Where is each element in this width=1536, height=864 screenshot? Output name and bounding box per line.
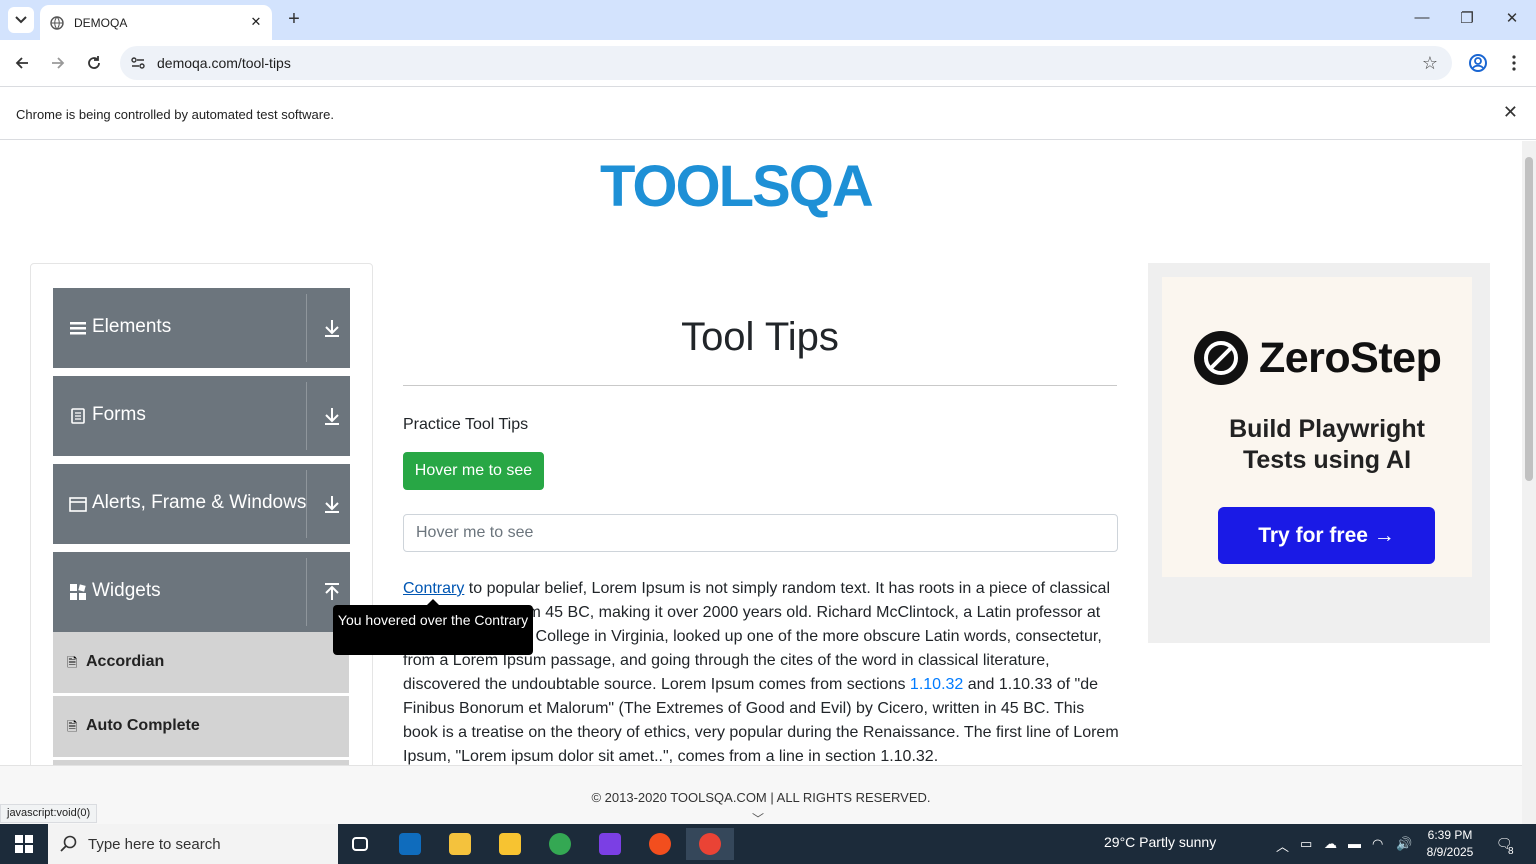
outlook-icon[interactable]: [390, 828, 430, 860]
download-arrow-icon: [325, 320, 339, 337]
reload-icon[interactable]: [82, 51, 106, 75]
sidebar-group-forms[interactable]: Forms: [53, 376, 350, 456]
search-placeholder: Type here to search: [88, 836, 221, 853]
scrollbar[interactable]: [1522, 141, 1536, 824]
sidebar-item-label: Auto Complete: [86, 717, 200, 734]
browser-tab-bar: DEMOQA ✕ + — ❐ ✕: [0, 0, 1536, 40]
download-arrow-icon: [325, 408, 339, 425]
upload-arrow-icon: [325, 583, 339, 600]
chrome-active-icon[interactable]: [686, 828, 734, 860]
ad-headline-line: Build Playwright: [1229, 415, 1425, 443]
ad-brand: ZeroStep: [1259, 334, 1442, 382]
section-link[interactable]: 1.10.32: [910, 676, 963, 693]
sidebar-group-elements[interactable]: Elements: [53, 288, 350, 368]
list-bullet-icon: 🗎: [67, 719, 78, 734]
sidebar-item-accordian[interactable]: 🗎 Accordian: [53, 632, 349, 694]
forward-icon[interactable]: [46, 51, 70, 75]
minimize-icon[interactable]: —: [1410, 9, 1434, 31]
sidebar-group-widgets[interactable]: Widgets: [53, 552, 350, 632]
download-arrow-icon: [325, 496, 339, 513]
grid-icon: [70, 584, 86, 600]
divider: [403, 385, 1117, 386]
site-settings-icon[interactable]: [130, 55, 146, 71]
ad-headline: Build Playwright Tests using AI: [1162, 414, 1492, 476]
back-icon[interactable]: [10, 51, 34, 75]
taskbar: Type here to search 29°C Partly sunny ︿ …: [0, 824, 1536, 864]
battery-icon[interactable]: ▬: [1348, 836, 1361, 851]
page-footer: © 2013-2020 TOOLSQA.COM | ALL RIGHTS RES…: [0, 765, 1522, 826]
browser-tab[interactable]: DEMOQA ✕: [40, 5, 272, 40]
zerostep-logo-icon: [1194, 331, 1248, 385]
task-view-icon[interactable]: [340, 828, 380, 860]
volume-icon[interactable]: 🔊: [1396, 836, 1412, 852]
ad-headline-line: Tests using AI: [1242, 446, 1412, 474]
search-icon: [60, 835, 77, 852]
sidebar-item-auto-complete[interactable]: 🗎 Auto Complete: [53, 696, 349, 758]
windows-start-icon[interactable]: [0, 824, 48, 864]
taskbar-search[interactable]: Type here to search: [48, 824, 338, 864]
file-explorer-icon[interactable]: [440, 828, 480, 860]
clock-time: 6:39 PM: [1427, 828, 1473, 842]
sidebar-group-label: Elements: [92, 316, 172, 337]
url-text: demoqa.com/tool-tips: [157, 55, 291, 71]
advertisement[interactable]: ZeroStep Build Playwright Tests using AI…: [1148, 263, 1490, 643]
sidebar-group-label: Alerts, Frame & Windows: [92, 492, 307, 513]
document-icon: [71, 408, 85, 424]
ad-card: ZeroStep Build Playwright Tests using AI…: [1162, 277, 1472, 577]
globe-icon: [50, 15, 64, 30]
browser-toolbar: demoqa.com/tool-tips ☆: [0, 40, 1536, 86]
new-tab-button[interactable]: +: [283, 8, 305, 30]
infobar-message: Chrome is being controlled by automated …: [16, 107, 334, 122]
weather-widget[interactable]: 29°C Partly sunny: [1104, 834, 1216, 850]
wifi-icon[interactable]: ◠: [1372, 836, 1383, 852]
profile-icon[interactable]: [1466, 51, 1490, 75]
hover-me-input[interactable]: [403, 514, 1118, 552]
section-heading: Practice Tool Tips: [403, 416, 529, 433]
window-icon: [69, 497, 87, 512]
divider: [306, 470, 307, 538]
meet-icon[interactable]: ▭: [1300, 836, 1312, 852]
kebab-menu-icon[interactable]: [1502, 51, 1526, 75]
cloud-icon[interactable]: ☁: [1324, 836, 1337, 852]
clock[interactable]: 6:39 PM 8/9/2025: [1420, 827, 1480, 861]
clock-date: 8/9/2025: [1426, 845, 1474, 859]
address-bar[interactable]: demoqa.com/tool-tips ☆: [120, 46, 1452, 80]
intellij-icon[interactable]: [590, 828, 630, 860]
copyright-text: © 2013-2020 TOOLSQA.COM | ALL RIGHTS RES…: [591, 790, 931, 805]
sticky-notes-icon[interactable]: [490, 828, 530, 860]
tray-chevron-up-icon[interactable]: ︿: [1276, 836, 1289, 855]
automation-infobar: Chrome is being controlled by automated …: [0, 86, 1536, 140]
close-tab-icon[interactable]: ✕: [248, 14, 264, 30]
infobar-close-icon[interactable]: ✕: [1503, 102, 1518, 123]
chrome-icon[interactable]: [540, 828, 580, 860]
sidebar-group-label: Forms: [92, 404, 146, 425]
tab-title: DEMOQA: [74, 15, 128, 30]
svg-text:TOOLSQA: TOOLSQA: [600, 154, 873, 219]
divider: [306, 294, 307, 362]
bookmark-star-icon[interactable]: ☆: [1422, 53, 1438, 74]
contrary-link[interactable]: Contrary: [403, 580, 464, 597]
page-content: TOOLSQA Elements Forms Alerts, Frame & W…: [0, 141, 1522, 765]
figma-icon[interactable]: [640, 828, 680, 860]
sidebar-group-alerts[interactable]: Alerts, Frame & Windows: [53, 464, 350, 544]
divider: [306, 382, 307, 450]
list-bullet-icon: 🗎: [67, 655, 78, 670]
hamburger-icon: [70, 322, 86, 335]
status-bubble: javascript:void(0): [0, 804, 98, 823]
notification-badge: 8: [1508, 846, 1514, 857]
toolsqa-logo[interactable]: TOOLSQA: [600, 154, 924, 230]
scrollbar-thumb[interactable]: [1525, 157, 1533, 481]
divider: [306, 558, 307, 626]
tab-search-button[interactable]: [8, 7, 34, 33]
chevron-down-icon: [15, 16, 27, 24]
ad-cta-button[interactable]: Try for free →: [1218, 507, 1435, 564]
sidebar-item-label: Accordian: [86, 653, 165, 670]
page-title: Tool Tips: [681, 315, 839, 359]
window-close-icon[interactable]: ✕: [1500, 9, 1524, 31]
sidebar-group-label: Widgets: [92, 580, 161, 601]
tooltip: You hovered over the Contrary: [333, 605, 533, 655]
hover-me-button[interactable]: Hover me to see: [403, 452, 544, 490]
restore-icon[interactable]: ❐: [1455, 9, 1479, 31]
sidebar: Elements Forms Alerts, Frame & Windows W…: [30, 263, 373, 765]
